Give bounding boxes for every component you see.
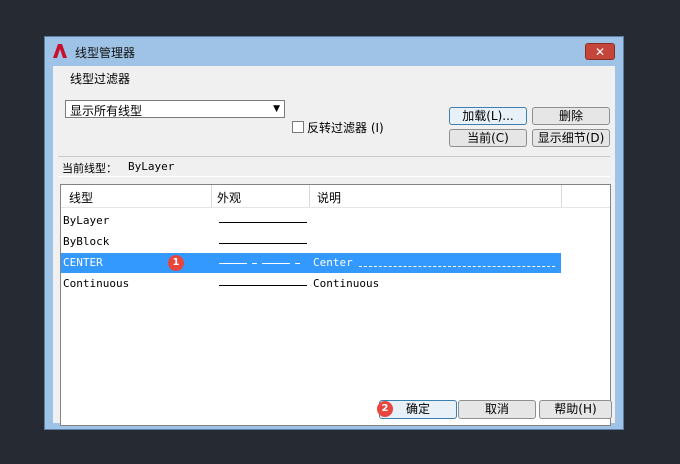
- column-header-description[interactable]: 说明: [317, 189, 341, 206]
- table-row-selected[interactable]: CENTER Center: [61, 253, 561, 273]
- title-bar[interactable]: 线型管理器 ✕: [45, 37, 623, 66]
- help-button[interactable]: 帮助(H): [539, 400, 612, 419]
- linetype-name: ByBlock: [63, 235, 110, 248]
- linetype-description: Center: [313, 256, 353, 269]
- current-linetype-label: 当前线型：: [62, 162, 117, 175]
- linetype-preview: [219, 222, 307, 223]
- column-divider[interactable]: [211, 185, 212, 207]
- column-divider[interactable]: [309, 185, 310, 207]
- table-row[interactable]: Continuous Continuous: [61, 274, 561, 294]
- linetype-name: ByLayer: [63, 214, 110, 227]
- invert-filter-checkbox[interactable]: [292, 121, 304, 133]
- invert-filter-label[interactable]: 反转过滤器 (I): [307, 119, 384, 136]
- delete-button[interactable]: 删除: [532, 107, 610, 125]
- linetype-name: Continuous: [63, 277, 130, 290]
- cancel-button[interactable]: 取消: [458, 400, 536, 419]
- set-current-button[interactable]: 当前(C): [449, 129, 527, 147]
- dialog-title: 线型管理器: [75, 46, 136, 60]
- filter-select-value: 显示所有线型: [70, 104, 143, 118]
- linetype-manager-dialog: 线型管理器 ✕ 线型过滤器 显示所有线型 ▼ 反转过滤器 (I) 加载(L)..…: [44, 36, 624, 430]
- close-button[interactable]: ✕: [585, 43, 615, 60]
- linetype-preview: [219, 285, 307, 286]
- show-details-button[interactable]: 显示细节(D): [532, 129, 610, 147]
- column-divider[interactable]: [561, 185, 562, 207]
- current-linetype-value: ByLayer: [128, 160, 175, 173]
- load-button[interactable]: 加载(L)...: [449, 107, 527, 125]
- filter-select[interactable]: 显示所有线型 ▼: [65, 100, 285, 118]
- close-icon: ✕: [594, 45, 606, 59]
- dialog-body: 线型过滤器 显示所有线型 ▼ 反转过滤器 (I) 加载(L)... 删除 当前(…: [53, 66, 615, 426]
- linetype-preview: [219, 243, 307, 244]
- linetype-name: CENTER: [63, 256, 103, 269]
- linetype-filter-group: 线型过滤器 显示所有线型 ▼: [59, 70, 291, 118]
- table-row[interactable]: ByBlock: [61, 232, 561, 252]
- current-linetype-bar: 当前线型： ByLayer: [58, 156, 610, 177]
- linetype-preview: [219, 263, 307, 265]
- table-row[interactable]: ByLayer: [61, 211, 561, 231]
- filter-group-label: 线型过滤器: [67, 70, 134, 87]
- column-header-linetype[interactable]: 线型: [69, 189, 93, 206]
- linetype-table: 线型 外观 说明 ByLayer ByBlock CENTER Center C…: [60, 184, 611, 426]
- description-pattern: [359, 266, 555, 268]
- table-header: 线型 外观 说明: [61, 185, 610, 208]
- chevron-down-icon: ▼: [273, 104, 280, 114]
- autocad-a-icon: [53, 44, 67, 58]
- linetype-description: Continuous: [313, 277, 380, 290]
- column-header-appearance[interactable]: 外观: [217, 189, 241, 206]
- step-badge-1: 1: [168, 255, 184, 271]
- step-badge-2: 2: [377, 401, 393, 417]
